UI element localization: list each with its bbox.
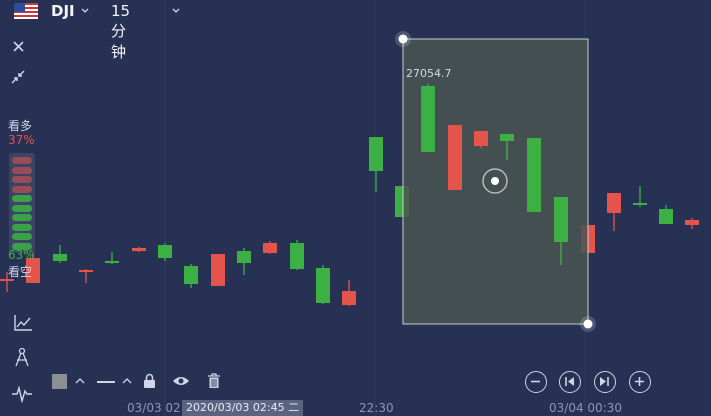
- sentiment-cell: [12, 166, 32, 174]
- sentiment-cell: [12, 214, 32, 221]
- period-selector[interactable]: 15分钟: [111, 2, 130, 62]
- candlestick-chart[interactable]: [0, 0, 711, 416]
- jump-end-button[interactable]: [594, 371, 616, 393]
- candle-body: [527, 138, 541, 212]
- symbol-selector[interactable]: DJI: [51, 2, 75, 20]
- x-axis-tick: 22:30: [359, 401, 394, 415]
- sentiment-meter: [9, 153, 35, 253]
- zoom-in-button[interactable]: [629, 371, 651, 393]
- candle-body: [554, 197, 568, 242]
- x-axis-tick: 03/03 02: [127, 401, 181, 415]
- eye-icon[interactable]: [172, 375, 190, 387]
- candle-body: [290, 243, 304, 269]
- candle-body: [421, 86, 435, 152]
- candle-body: [263, 243, 277, 253]
- bull-label: 看多: [8, 119, 33, 133]
- candle-body: [633, 203, 647, 205]
- bear-label: 看空: [8, 265, 33, 279]
- candle-body: [369, 137, 383, 171]
- skip-forward-icon: [600, 377, 609, 386]
- sentiment-cell: [12, 223, 32, 231]
- bull-percentage: 37%: [8, 133, 35, 147]
- candle-body: [132, 248, 146, 251]
- collapse-icon[interactable]: [11, 70, 25, 84]
- x-axis-tick: 03/04 00:30: [549, 401, 622, 415]
- sentiment-cell: [12, 204, 32, 212]
- sentiment-cell: [12, 233, 32, 240]
- compass-icon[interactable]: [13, 347, 31, 367]
- sentiment-cell: [12, 195, 32, 202]
- candle-body: [237, 251, 251, 263]
- close-icon[interactable]: [13, 41, 24, 52]
- chevron-down-icon[interactable]: [81, 7, 89, 15]
- resize-handle: [583, 319, 593, 329]
- candle-body: [474, 131, 488, 146]
- chevron-down-icon[interactable]: [172, 7, 180, 15]
- jump-start-button[interactable]: [559, 371, 581, 393]
- candle-body: [342, 291, 356, 305]
- skip-back-icon: [565, 377, 574, 386]
- us-flag-icon[interactable]: [14, 3, 38, 19]
- move-handle: [491, 177, 499, 185]
- zoom-out-button[interactable]: [525, 371, 547, 393]
- candle-body: [53, 254, 67, 261]
- color-swatch[interactable]: [52, 374, 67, 389]
- crosshair-time-label: 2020/03/03 02:45 二: [182, 400, 304, 416]
- sentiment-cell: [12, 176, 32, 183]
- candle-body: [158, 245, 172, 258]
- waveform-icon[interactable]: [11, 385, 33, 403]
- resize-handle: [398, 34, 408, 44]
- sentiment-cell: [12, 185, 32, 193]
- minus-icon: [531, 380, 540, 383]
- candle-body: [500, 134, 514, 141]
- sentiment-cell: [12, 157, 32, 164]
- bear-percentage: 63%: [8, 248, 35, 262]
- candle-body: [607, 193, 621, 213]
- candle-body: [448, 125, 462, 190]
- indicator-icon[interactable]: [13, 314, 33, 332]
- candle-body: [316, 268, 330, 303]
- plus-icon: [635, 377, 644, 386]
- candle-body: [105, 261, 119, 263]
- chevron-up-icon[interactable]: [122, 377, 132, 385]
- selection-price-label: 27054.7: [406, 67, 452, 80]
- chevron-up-icon[interactable]: [75, 377, 85, 385]
- candle-body: [79, 270, 93, 272]
- candle-body: [184, 266, 198, 284]
- line-style[interactable]: [97, 381, 115, 383]
- lock-icon[interactable]: [143, 373, 156, 389]
- trash-icon[interactable]: [207, 373, 221, 389]
- candle-body: [685, 220, 699, 225]
- candle-body: [659, 209, 673, 224]
- candle-body: [211, 254, 225, 286]
